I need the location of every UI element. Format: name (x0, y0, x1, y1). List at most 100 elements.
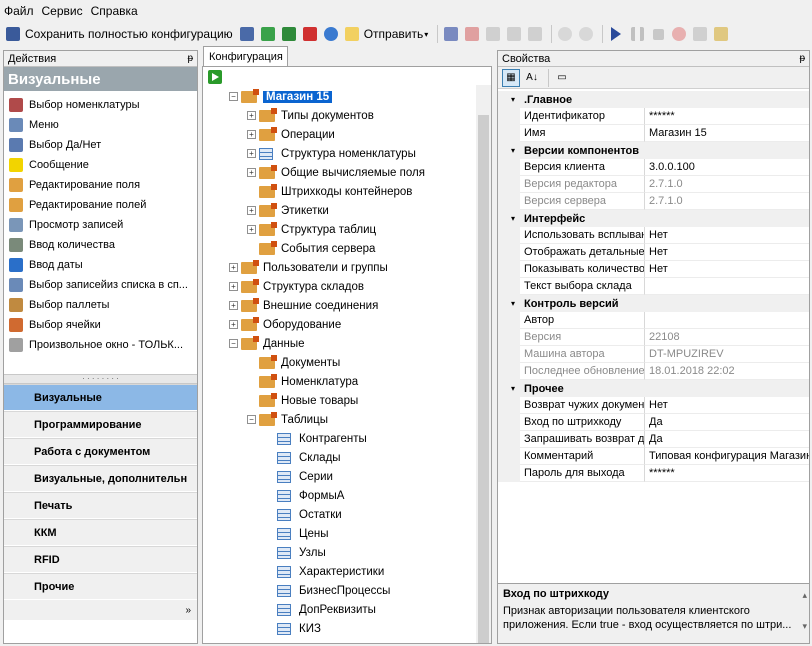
property-value[interactable]: Нет (645, 244, 809, 261)
category-button[interactable]: Прочие (4, 573, 197, 600)
property-row[interactable]: Показывать количество Нет (498, 261, 809, 278)
tree-node[interactable]: Штрихкоды контейнеров (247, 182, 412, 201)
property-group[interactable]: ▾ Интерфейс (498, 210, 809, 227)
stop-button[interactable] (649, 24, 667, 44)
tree-node[interactable]: + Этикетки (247, 201, 329, 220)
back-button[interactable] (556, 24, 574, 44)
splitter-grip[interactable]: · · · · · · · · (4, 374, 197, 384)
property-row[interactable]: Версия сервера 2.7.1.0 (498, 193, 809, 210)
category-button[interactable]: Программирование (4, 411, 197, 438)
property-value[interactable]: ****** (645, 465, 809, 482)
pause-button[interactable] (628, 24, 646, 44)
export-button[interactable] (712, 24, 730, 44)
expand-icon[interactable]: + (229, 263, 238, 272)
property-row[interactable]: Автор (498, 312, 809, 329)
property-row[interactable]: Версия клиента 3.0.0.100 (498, 159, 809, 176)
property-row[interactable]: Пароль для выхода ****** (498, 465, 809, 482)
expand-icon[interactable]: + (247, 206, 256, 215)
menu-file[interactable]: Файл (4, 4, 34, 18)
tree-scrollbar[interactable] (476, 85, 491, 643)
action-item[interactable]: Произвольное окно - ТОЛЬК... (4, 335, 197, 355)
collapse-icon[interactable]: − (229, 92, 238, 101)
tree-node[interactable]: + Типы документов (247, 106, 374, 125)
forward-button[interactable] (577, 24, 595, 44)
category-button[interactable]: RFID (4, 546, 197, 573)
pin-icon[interactable]: ᵽ (799, 53, 805, 64)
property-group[interactable]: ▾ Прочее (498, 380, 809, 397)
run-icon[interactable] (208, 70, 222, 84)
expand-icon[interactable]: + (247, 111, 256, 120)
scrollbar-thumb[interactable] (478, 115, 489, 643)
property-row[interactable]: Идентификатор ****** (498, 108, 809, 125)
refresh-button[interactable] (259, 24, 277, 44)
property-value[interactable]: Магазин 15 (645, 125, 809, 142)
action-item[interactable]: Выбор Да/Нет (4, 135, 197, 155)
tree-node[interactable]: Остатки (265, 505, 342, 524)
tree-node[interactable]: + Оборудование (229, 315, 341, 334)
description-scroll-icon[interactable]: ▴ ▾ (802, 590, 807, 632)
property-value[interactable]: 2.7.1.0 (645, 193, 809, 210)
tree-node[interactable]: Новые товары (247, 391, 358, 410)
property-value[interactable]: Да (645, 414, 809, 431)
action-item[interactable]: Просмотр записей (4, 215, 197, 235)
property-row[interactable]: Запрашивать возврат д Да (498, 431, 809, 448)
tree-node[interactable]: Узлы (265, 543, 326, 562)
tree-node[interactable]: + Структура таблиц (247, 220, 376, 239)
property-row[interactable]: Имя Магазин 15 (498, 125, 809, 142)
expand-icon[interactable]: + (229, 282, 238, 291)
collapse-icon[interactable]: ▾ (506, 214, 520, 223)
action-item[interactable]: Выбор ячейки (4, 315, 197, 335)
property-value[interactable]: 3.0.0.100 (645, 159, 809, 176)
expand-icon[interactable]: + (229, 320, 238, 329)
action-item[interactable]: Редактирование поля (4, 175, 197, 195)
property-row[interactable]: Использовать всплывающНет (498, 227, 809, 244)
tree-node[interactable]: ДопРеквизиты (265, 600, 376, 619)
cut-button[interactable] (505, 24, 523, 44)
tree-node[interactable]: Цены (265, 524, 329, 543)
category-overflow-button[interactable]: » (4, 600, 197, 620)
action-item[interactable]: Ввод количества (4, 235, 197, 255)
tree-node[interactable]: − Данные (229, 334, 305, 353)
property-row[interactable]: Возврат чужих документ Нет (498, 397, 809, 414)
copy-button[interactable] (484, 24, 502, 44)
property-row[interactable]: Последнее обновление 18.01.2018 22:02 (498, 363, 809, 380)
run-button[interactable] (607, 24, 625, 44)
expand-icon[interactable]: + (247, 130, 256, 139)
category-button[interactable]: Печать (4, 492, 197, 519)
tree-node[interactable]: Документы (247, 353, 340, 372)
tree-node[interactable]: События сервера (247, 239, 375, 258)
action-item[interactable]: Выбор паллеты (4, 295, 197, 315)
paste-button[interactable] (526, 24, 544, 44)
property-pages-icon[interactable]: ▭ (553, 69, 571, 87)
action-item[interactable]: Сообщение (4, 155, 197, 175)
expand-icon[interactable]: + (247, 149, 256, 158)
tree-node[interactable]: ФормыА (265, 486, 344, 505)
collapse-icon[interactable]: ▾ (506, 299, 520, 308)
property-value[interactable] (645, 312, 809, 329)
property-row[interactable]: Версия 22108 (498, 329, 809, 346)
property-row[interactable]: Версия редактора 2.7.1.0 (498, 176, 809, 193)
property-value[interactable]: Нет (645, 227, 809, 244)
expand-icon[interactable]: + (247, 225, 256, 234)
property-row[interactable]: Комментарий Типовая конфигурация Магазин (498, 448, 809, 465)
pin-icon[interactable]: ᵽ (187, 53, 193, 64)
category-button[interactable]: Работа с документом (4, 438, 197, 465)
search-button[interactable] (322, 24, 340, 44)
action-item[interactable]: Ввод даты (4, 255, 197, 275)
property-row[interactable]: Вход по штрихкоду Да (498, 414, 809, 431)
tree-node[interactable]: + Общие вычисляемые поля (247, 163, 425, 182)
alphabetical-sort-icon[interactable]: A↓ (523, 69, 541, 87)
property-value[interactable]: Да (645, 431, 809, 448)
delete-button[interactable] (301, 24, 319, 44)
category-button[interactable]: ККМ (4, 519, 197, 546)
category-button[interactable]: Визуальные (4, 384, 197, 411)
menu-service[interactable]: Сервис (42, 4, 83, 18)
tree-node[interactable]: + Структура складов (229, 277, 364, 296)
property-value[interactable]: 22108 (645, 329, 809, 346)
tree-node[interactable]: Склады (265, 448, 341, 467)
send-button[interactable]: Отправить ▾ (343, 24, 431, 44)
tree-node[interactable]: Серии (265, 467, 333, 486)
property-value[interactable]: 2.7.1.0 (645, 176, 809, 193)
property-row[interactable]: Машина автора DT-MPUZIREV (498, 346, 809, 363)
property-row[interactable]: Отображать детальные Нет (498, 244, 809, 261)
